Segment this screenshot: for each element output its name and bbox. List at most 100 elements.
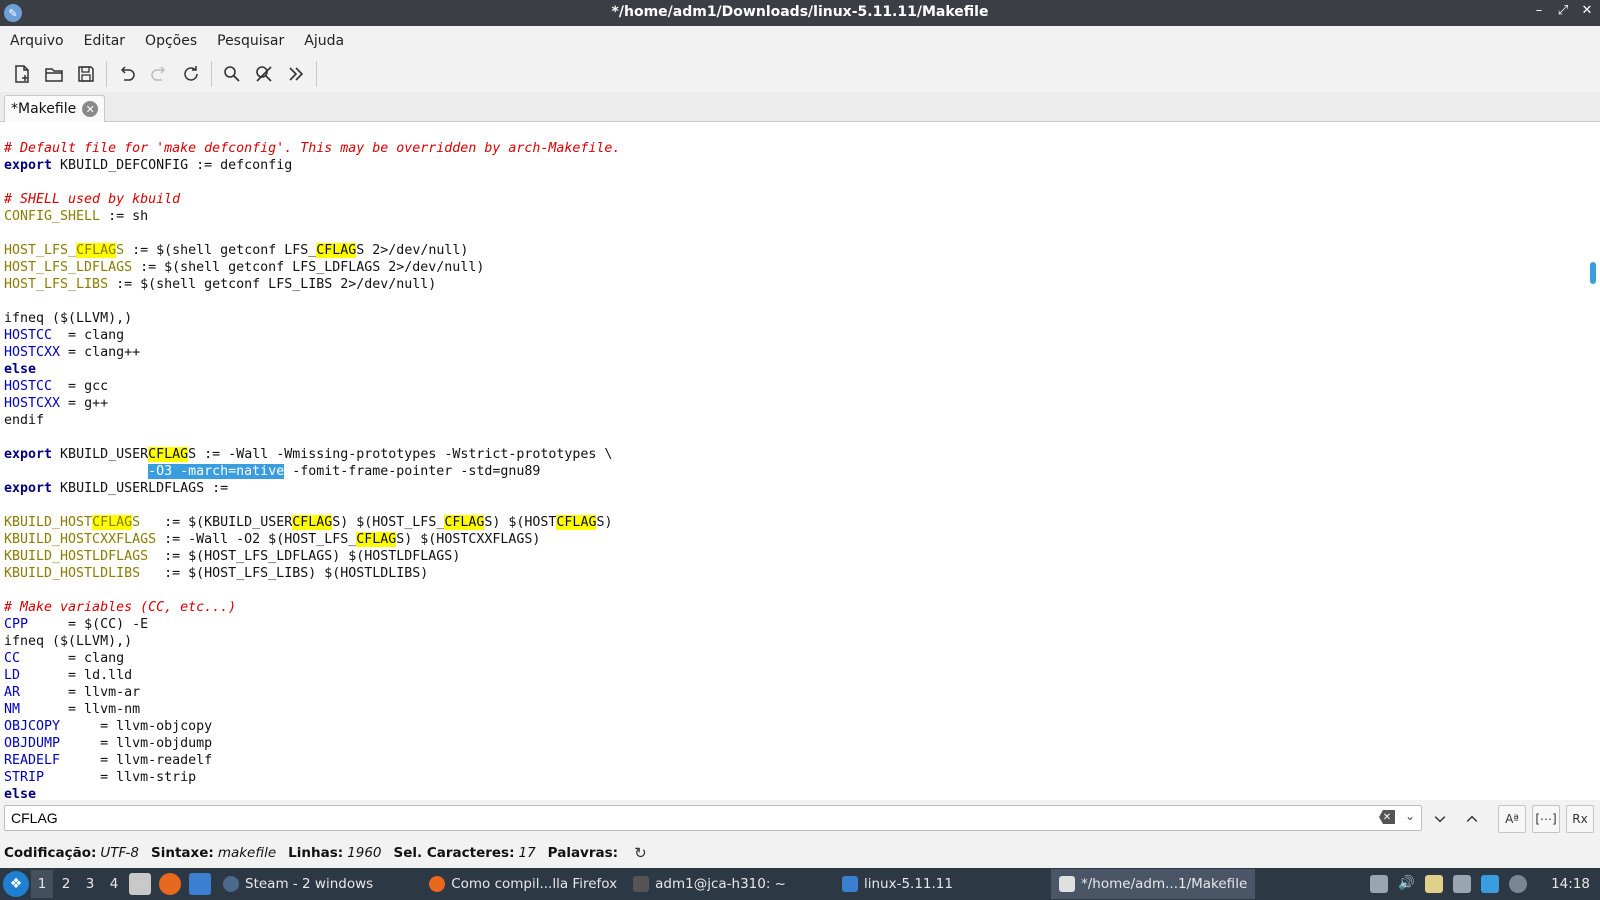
code-text-span: -fomit-frame-pointer -std=gnu89 bbox=[284, 464, 541, 479]
code-text-span: S) bbox=[596, 515, 613, 530]
task-steam[interactable]: Steam - 2 windows bbox=[215, 869, 381, 899]
menu-opcoes[interactable]: Opções bbox=[135, 33, 207, 49]
refresh-word-count-icon[interactable]: ↻ bbox=[634, 844, 647, 862]
code-variable: STRIP bbox=[4, 770, 45, 785]
code-variable: KBUILD_HOSTLDFLAGS bbox=[4, 549, 149, 564]
code-variable: LD bbox=[4, 668, 21, 683]
task-terminal[interactable]: adm1@jca-h310: ~ bbox=[625, 869, 794, 899]
menu-pesquisar[interactable]: Pesquisar bbox=[207, 33, 294, 49]
tab-label: *Makefile bbox=[11, 101, 77, 117]
code-variable: CC bbox=[4, 651, 21, 666]
taskbar: ❖ 1 2 3 4 Steam - 2 windows Como compil.… bbox=[0, 868, 1600, 900]
code-text-span: = llvm-ar bbox=[20, 685, 141, 700]
tab-makefile[interactable]: *Makefile ✕ bbox=[4, 95, 106, 122]
code-text-span: S) $(HOST_LFS_ bbox=[332, 515, 445, 530]
clock[interactable]: 14:18 bbox=[1551, 876, 1590, 892]
task-firefox[interactable]: Como compil...lla Firefox bbox=[421, 869, 625, 899]
code-text-span: = clang bbox=[52, 328, 125, 343]
search-match: CFLAG bbox=[148, 447, 189, 462]
search-match: CFLAG bbox=[356, 532, 397, 547]
code-text-span: S := -Wall -Wmissing-prototypes -Wstrict… bbox=[188, 447, 613, 462]
file-manager-launcher-icon[interactable] bbox=[129, 873, 151, 895]
match-case-button[interactable]: Aª bbox=[1498, 805, 1526, 833]
code-text-span: := $(KBUILD_USER bbox=[140, 515, 293, 530]
code-text-span: = llvm-readelf bbox=[60, 753, 213, 768]
code-variable: READELF bbox=[4, 753, 61, 768]
selection-label: Sel. Caracteres: bbox=[393, 845, 515, 861]
display-icon[interactable] bbox=[1453, 875, 1472, 893]
reload-icon[interactable] bbox=[175, 58, 207, 90]
firefox-launcher-icon[interactable] bbox=[159, 873, 181, 895]
save-icon[interactable] bbox=[70, 58, 102, 90]
clear-search-icon[interactable]: ✕ bbox=[1379, 810, 1395, 824]
code-variable: KBUILD_HOSTCXXFLAGS bbox=[4, 532, 157, 547]
workspace-3[interactable]: 3 bbox=[79, 876, 101, 892]
scrollbar-thumb[interactable] bbox=[1590, 262, 1596, 284]
menu-editar[interactable]: Editar bbox=[74, 33, 135, 49]
search-field: ✕ ⌄ bbox=[4, 805, 1422, 831]
minimize-button[interactable]: – bbox=[1532, 3, 1546, 18]
code-variable: HOSTCXX bbox=[4, 345, 61, 360]
code-text-span: S) $(HOST bbox=[484, 515, 557, 530]
task-label: linux-5.11.11 bbox=[863, 876, 953, 892]
code-keyword: else bbox=[4, 362, 37, 377]
code-text-span: := sh bbox=[100, 209, 149, 224]
steam-icon bbox=[223, 876, 239, 892]
match-case-icon: Aª bbox=[1505, 812, 1519, 826]
code-editor[interactable]: # Default file for 'make defconfig'. Thi… bbox=[0, 122, 1600, 800]
maximize-button[interactable]: ⤢ bbox=[1556, 3, 1570, 18]
more-icon[interactable] bbox=[280, 58, 312, 90]
notes-icon[interactable] bbox=[1425, 875, 1444, 893]
terminal-icon bbox=[633, 876, 650, 892]
start-menu-icon[interactable]: ❖ bbox=[3, 871, 29, 897]
editor-icon bbox=[1059, 876, 1075, 892]
close-window-button[interactable]: ✕ bbox=[1580, 3, 1594, 18]
redo-icon[interactable] bbox=[143, 58, 175, 90]
find-next-button[interactable] bbox=[1426, 805, 1454, 833]
whole-word-button[interactable]: [⋯] bbox=[1532, 805, 1560, 833]
search-input[interactable] bbox=[5, 806, 1365, 830]
code-text-span: := $(HOST_LFS_LDFLAGS) $(HOSTLDFLAGS) bbox=[148, 549, 461, 564]
task-label: adm1@jca-h310: ~ bbox=[655, 876, 786, 892]
steam-tray-icon[interactable] bbox=[1509, 875, 1528, 893]
clipboard-icon[interactable] bbox=[1370, 875, 1389, 893]
find-previous-button[interactable] bbox=[1458, 805, 1486, 833]
workspace-1[interactable]: 1 bbox=[31, 870, 53, 898]
code-variable: HOST_LFS_LIBS bbox=[4, 277, 109, 292]
search-icon[interactable] bbox=[216, 58, 248, 90]
code-text-span: := $(shell getconf LFS_ bbox=[124, 243, 317, 258]
app-icon: ✎ bbox=[4, 4, 22, 22]
task-editor[interactable]: */home/adm...1/Makefile bbox=[1051, 869, 1256, 899]
system-tray: 🔊 14:18 bbox=[1370, 868, 1600, 900]
regex-icon: Rx bbox=[1572, 812, 1588, 826]
volume-icon[interactable]: 🔊 bbox=[1398, 875, 1415, 893]
regex-button[interactable]: Rx bbox=[1566, 805, 1594, 833]
folder-launcher-icon[interactable] bbox=[189, 873, 211, 895]
syntax-label: Sintaxe: bbox=[151, 845, 214, 861]
new-file-icon[interactable] bbox=[6, 58, 38, 90]
open-folder-icon[interactable] bbox=[38, 58, 70, 90]
close-tab-icon[interactable]: ✕ bbox=[82, 101, 99, 117]
workspace-2[interactable]: 2 bbox=[55, 876, 77, 892]
menu-ajuda[interactable]: Ajuda bbox=[294, 33, 354, 49]
code-text-span: = g++ bbox=[60, 396, 109, 411]
search-match: CFLAG bbox=[92, 515, 133, 530]
code-variable: KBUILD_HOST bbox=[4, 515, 93, 530]
undo-icon[interactable] bbox=[111, 58, 143, 90]
code-text: # Default file for 'make defconfig'. Thi… bbox=[4, 140, 620, 800]
search-match: CFLAG bbox=[444, 515, 485, 530]
chevron-down-icon[interactable]: ⌄ bbox=[1405, 809, 1415, 823]
notification-icon[interactable] bbox=[1481, 875, 1500, 893]
selected-text: -O3 -march=native bbox=[148, 464, 285, 479]
code-text-span: S 2>/dev/null) bbox=[356, 243, 469, 258]
window-controls: – ⤢ ✕ bbox=[1532, 3, 1594, 18]
workspace-4[interactable]: 4 bbox=[103, 876, 125, 892]
code-text-span: = ld.lld bbox=[20, 668, 133, 683]
menu-arquivo[interactable]: Arquivo bbox=[0, 33, 74, 49]
toolbar-separator bbox=[106, 61, 107, 87]
syntax-value: makefile bbox=[217, 845, 277, 861]
code-text-span: = llvm-strip bbox=[44, 770, 197, 785]
replace-icon[interactable] bbox=[248, 58, 280, 90]
task-folder[interactable]: linux-5.11.11 bbox=[834, 869, 961, 899]
code-text-span: := $(shell getconf LFS_LDFLAGS 2>/dev/nu… bbox=[132, 260, 485, 275]
